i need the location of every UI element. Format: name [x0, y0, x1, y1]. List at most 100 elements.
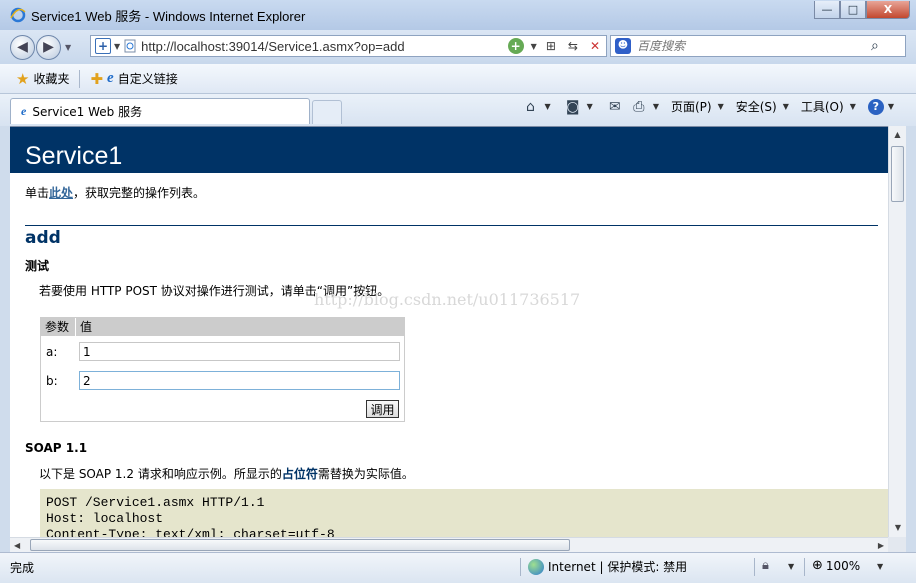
scroll-down-icon[interactable]: ▼: [889, 519, 907, 537]
page-icon: [124, 39, 136, 53]
baidu-icon: ☻: [615, 38, 631, 54]
chevron-down-icon[interactable]: ▼: [850, 102, 856, 111]
safety-menu[interactable]: 安全(S): [736, 98, 777, 115]
window-title: Service1 Web 服务 - Windows Internet Explo…: [31, 8, 306, 24]
feeds-icon[interactable]: ◙: [563, 99, 583, 115]
protected-mode-icon[interactable]: 🔒︎: [762, 558, 769, 573]
zone-label: Internet | 保护模式: 禁用: [548, 560, 688, 574]
intro-after: ，获取完整的操作列表。: [73, 186, 206, 200]
favorites-button[interactable]: 收藏夹: [33, 70, 69, 87]
tab-bar: e Service1 Web 服务 ⌂ ▼ ◙ ▼ ✉ ⎙ ▼ 页面(P) ▼ 安全(S…: [0, 94, 916, 126]
code-line: Host: localhost: [46, 511, 164, 526]
horizontal-scroll-thumb[interactable]: [30, 539, 570, 551]
zoom-control[interactable]: ⊕ 100%: [812, 558, 860, 573]
url-input[interactable]: http://localhost:39014/Service1.asmx?op=…: [141, 39, 508, 54]
soap-text-before: 以下是 SOAP 1.2 请求和响应示例。所显示的: [39, 467, 282, 481]
globe-icon: [528, 558, 544, 575]
tools-menu[interactable]: 工具(O): [801, 98, 844, 115]
favorites-bar: ★ 收藏夹 ✚ e 自定义链接: [0, 64, 916, 94]
navigation-bar: ◀ ▶ ▼ + ▼ http://localhost:39014/Service…: [0, 30, 916, 64]
vertical-scroll-thumb[interactable]: [891, 146, 904, 202]
refresh-icon[interactable]: ⇆: [568, 39, 578, 53]
scroll-left-icon[interactable]: ◀: [14, 538, 20, 553]
chevron-down-icon[interactable]: ▼: [114, 42, 120, 51]
placeholder-term: 占位符: [281, 467, 318, 481]
chevron-down-icon[interactable]: ▼: [653, 102, 659, 111]
divider: [804, 558, 805, 576]
zoom-level: 100%: [825, 558, 861, 573]
window-titlebar: Service1 Web 服务 - Windows Internet Explo…: [0, 0, 916, 30]
scrollbar-corner: [888, 537, 906, 552]
tab-label: Service1 Web 服务: [32, 105, 143, 119]
chevron-down-icon[interactable]: ▼: [587, 102, 593, 111]
page-menu[interactable]: 页面(P): [671, 98, 712, 115]
home-icon[interactable]: ⌂: [521, 99, 541, 115]
invoke-button[interactable]: 调用: [366, 400, 399, 418]
chevron-down-icon[interactable]: ▼: [888, 102, 894, 111]
address-history-dropdown-icon[interactable]: ▼: [531, 42, 537, 51]
page-content: Service1 单击此处，获取完整的操作列表。 add 测试 若要使用 HTT…: [10, 126, 888, 537]
command-bar: ⌂ ▼ ◙ ▼ ✉ ⎙ ▼ 页面(P) ▼ 安全(S) ▼ 工具(O) ▼ ? ▼: [521, 98, 903, 115]
divider: [25, 225, 878, 226]
new-tab-button[interactable]: [312, 100, 342, 124]
back-button[interactable]: ◀: [10, 34, 35, 60]
soap-heading: SOAP 1.1: [25, 441, 88, 455]
scroll-right-icon[interactable]: ▶: [878, 538, 884, 553]
ie-page-icon: e: [107, 70, 114, 86]
go-icon[interactable]: +: [507, 38, 524, 54]
chevron-down-icon[interactable]: ▼: [788, 562, 794, 571]
code-line: Content-Type: text/xml; charset=utf-8: [46, 527, 335, 537]
print-icon[interactable]: ⎙: [629, 99, 649, 115]
page-banner: Service1: [10, 127, 888, 173]
chevron-down-icon[interactable]: ▼: [718, 102, 724, 111]
ie-logo-icon: [10, 7, 26, 23]
maximize-button[interactable]: □: [840, 1, 866, 19]
horizontal-scrollbar[interactable]: ◀ ▶: [10, 537, 888, 552]
param-column-header: 参数: [45, 320, 70, 334]
address-bar[interactable]: + ▼ http://localhost:39014/Service1.asmx…: [90, 35, 607, 57]
tab-service1[interactable]: e Service1 Web 服务: [10, 98, 310, 124]
search-box[interactable]: ☻ ⌕: [610, 35, 906, 57]
security-zone[interactable]: Internet | 保护模式: 禁用: [528, 558, 687, 575]
chevron-down-icon[interactable]: ▼: [783, 102, 789, 111]
param-row-a: a:: [41, 342, 404, 361]
param-label: b:: [46, 373, 58, 388]
divider: [520, 558, 521, 576]
code-line: POST /Service1.asmx HTTP/1.1: [46, 495, 265, 510]
intro-text: 单击此处，获取完整的操作列表。: [25, 184, 205, 201]
form-header: 参数 值: [41, 318, 404, 336]
operations-list-link[interactable]: 此处: [49, 186, 73, 200]
recent-pages-dropdown-icon[interactable]: ▼: [65, 43, 71, 52]
search-input[interactable]: [637, 39, 867, 53]
close-button[interactable]: X: [866, 1, 910, 19]
status-bar: 完成 Internet | 保护模式: 禁用 🔒︎ ▼ ⊕ 100% ▼: [0, 552, 916, 583]
intro-before: 单击: [25, 186, 50, 200]
stop-icon[interactable]: ✕: [590, 39, 600, 53]
param-b-input[interactable]: [79, 371, 400, 390]
search-icon[interactable]: ⌕: [871, 38, 879, 54]
param-a-input[interactable]: [79, 342, 400, 361]
chevron-down-icon[interactable]: ▼: [545, 102, 551, 111]
chevron-down-icon[interactable]: ▼: [877, 562, 883, 571]
soap-text-after: 需替换为实际值。: [317, 467, 414, 481]
favorites-star-icon: ★: [16, 69, 30, 88]
test-heading: 测试: [25, 259, 50, 273]
divider: [754, 558, 755, 576]
compat-view-icon[interactable]: ⊞: [546, 39, 556, 53]
help-icon[interactable]: ?: [867, 98, 884, 115]
param-row-b: b:: [41, 371, 404, 390]
value-column-header: 值: [75, 318, 92, 336]
operation-title: add: [25, 228, 61, 248]
minimize-button[interactable]: —: [814, 1, 840, 19]
add-favorite-icon[interactable]: ✚: [90, 70, 103, 88]
forward-button[interactable]: ▶: [36, 34, 61, 60]
vertical-scrollbar[interactable]: ▲ ▼: [888, 126, 906, 537]
scroll-up-icon[interactable]: ▲: [889, 126, 906, 144]
zoom-icon: ⊕: [812, 558, 823, 573]
custom-links-link[interactable]: 自定义链接: [118, 70, 178, 87]
soap-code-sample: POST /Service1.asmx HTTP/1.1 Host: localh…: [40, 489, 888, 537]
test-form: 参数 值 a: b: 调用: [40, 317, 405, 422]
compatibility-icon[interactable]: +: [95, 38, 111, 54]
mail-icon[interactable]: ✉: [605, 99, 625, 115]
divider: [79, 69, 81, 88]
